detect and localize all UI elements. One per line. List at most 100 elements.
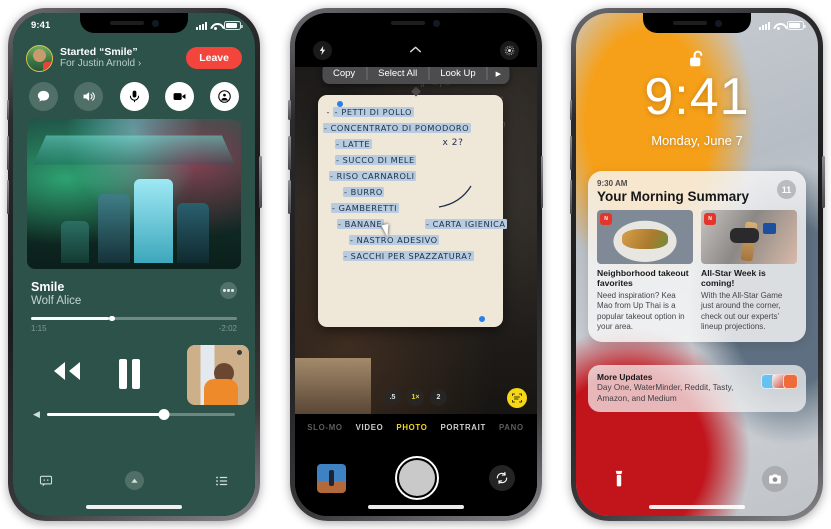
- camera-mode-photo[interactable]: PHOTO: [396, 423, 427, 432]
- zoom-level-selector: .5 1× 2: [295, 389, 537, 406]
- power-button[interactable]: [540, 156, 543, 208]
- silent-switch[interactable]: [569, 100, 572, 120]
- shareplay-icon[interactable]: [210, 82, 239, 111]
- note-arrow-curve: [438, 185, 472, 208]
- text-selection-popover: Copy Select All Look Up ▶: [321, 67, 510, 84]
- pause-button[interactable]: [119, 358, 140, 389]
- video-figure: [61, 221, 90, 263]
- summary-count-badge: 11: [777, 180, 796, 199]
- volume-slider-row[interactable]: ◀: [33, 408, 235, 420]
- lyrics-icon[interactable]: [39, 474, 53, 488]
- news-thumbnail-food: N: [597, 210, 693, 264]
- volume-up-button[interactable]: [569, 136, 572, 170]
- note-line: - BANANE - CARTA IGIENICA: [336, 219, 508, 229]
- queue-list-icon[interactable]: [215, 474, 229, 488]
- look-up-menu-item[interactable]: Look Up: [429, 67, 486, 84]
- flashlight-button[interactable]: [606, 466, 632, 492]
- note-line: - SUCCO DI MELE: [334, 155, 417, 165]
- zoom-button-2x[interactable]: 2: [430, 389, 447, 406]
- speaker-icon[interactable]: [74, 82, 104, 111]
- transport-controls: [13, 343, 255, 405]
- pip-wall-dot: [237, 349, 242, 355]
- note-line: - CONCENTRATO DI POMODORO: [322, 123, 471, 133]
- video-scene-roof: [32, 135, 236, 165]
- microphone-icon[interactable]: [119, 82, 149, 111]
- volume-knob[interactable]: [158, 408, 170, 420]
- selection-handle-start[interactable]: [336, 101, 343, 107]
- wifi-icon: [210, 22, 221, 30]
- video-figure: [134, 179, 173, 263]
- volume-down-button[interactable]: [6, 180, 9, 214]
- camera-mode-slomo[interactable]: SLO-MO: [307, 423, 342, 432]
- home-indicator[interactable]: [86, 505, 182, 509]
- silent-switch[interactable]: [6, 100, 9, 120]
- select-all-menu-item[interactable]: Select All: [367, 67, 428, 84]
- video-figure: [176, 203, 209, 263]
- last-photo-thumbnail[interactable]: [316, 463, 346, 493]
- live-text-icon[interactable]: [506, 388, 527, 408]
- volume-slider[interactable]: [46, 408, 235, 420]
- news-app-icon: N: [600, 213, 612, 225]
- camera-mode-video[interactable]: VIDEO: [356, 423, 384, 432]
- more-menu-arrow-icon[interactable]: ▶: [488, 67, 509, 84]
- home-indicator[interactable]: [649, 505, 745, 509]
- power-button[interactable]: [259, 156, 262, 208]
- camera-mode-portrait[interactable]: PORTRAIT: [441, 423, 486, 432]
- picture-in-picture-video[interactable]: [187, 344, 249, 405]
- video-figure: [97, 194, 130, 263]
- video-camera-icon[interactable]: [164, 82, 194, 111]
- volume-down-button[interactable]: [288, 180, 291, 214]
- playback-scrubber[interactable]: 1:15 -2:02: [31, 315, 237, 333]
- volume-up-button[interactable]: [288, 136, 291, 170]
- news-thumbnail-sports: N: [701, 210, 797, 264]
- lock-screen: 9:41 Monday, June 7 9:30 AM Your Morning…: [576, 13, 818, 516]
- shareplay-title: Started “Smile”: [60, 45, 138, 58]
- live-photo-icon[interactable]: [499, 40, 519, 60]
- handwritten-note-card[interactable]: - - PETTI DI POLLO - CONCENTRATO DI POMO…: [317, 95, 508, 327]
- silent-switch[interactable]: [288, 100, 291, 120]
- facetime-controls: [13, 75, 255, 119]
- flip-camera-button[interactable]: [488, 465, 515, 491]
- messages-bubble-icon[interactable]: [29, 82, 58, 111]
- camera-viewfinder[interactable]: ll ~ l ~ dal ny h ryo l Copy Select All …: [294, 67, 537, 414]
- shareplay-video-tile[interactable]: [27, 119, 241, 269]
- summary-item-headline: Neighborhood takeout favorites: [597, 268, 689, 289]
- chevron-up-icon[interactable]: [409, 44, 422, 56]
- note-line: - NASTRO ADESIVO: [348, 235, 440, 245]
- airplay-icon[interactable]: [124, 471, 144, 490]
- shareplay-header: Started “Smile” For Justin Arnold › Leav…: [23, 41, 245, 75]
- camera-button[interactable]: [762, 466, 788, 492]
- volume-low-icon: ◀: [33, 408, 40, 419]
- camera-mode-selector: SLO-MO VIDEO PHOTO PORTRAIT PANO: [294, 414, 537, 440]
- zoom-button-1x[interactable]: 1×: [407, 389, 424, 406]
- phone-2-camera: ll ~ l ~ dal ny h ryo l Copy Select All …: [288, 8, 543, 521]
- camera-mode-pano[interactable]: PANO: [499, 423, 524, 432]
- copy-menu-item[interactable]: Copy: [322, 67, 366, 84]
- pip-person-body: [204, 379, 238, 405]
- note-line: - - PETTI DI POLLO: [326, 107, 414, 117]
- more-updates-card[interactable]: More Updates Day One, WaterMinder, Reddi…: [588, 365, 806, 412]
- volume-down-button[interactable]: [569, 180, 572, 214]
- leave-button[interactable]: Leave: [186, 47, 242, 69]
- summary-item[interactable]: N Neighborhood takeout favorites Need in…: [597, 210, 693, 333]
- notification-summary-card[interactable]: 9:30 AM Your Morning Summary 11 N Neighb…: [588, 171, 806, 342]
- shareplay-screen: 9:41 Started “Smile” For Justin Arnold ›…: [13, 13, 255, 516]
- volume-fill: [46, 412, 164, 416]
- note-line: - LATTE x 2?: [334, 138, 464, 149]
- song-artist: Wolf Alice: [31, 295, 82, 307]
- summary-item[interactable]: N All-Star Week is coming! With the All-…: [701, 210, 797, 333]
- flash-icon[interactable]: [312, 40, 332, 60]
- volume-up-button[interactable]: [6, 136, 9, 170]
- zoom-button-half[interactable]: .5: [384, 389, 401, 406]
- rewind-button[interactable]: [47, 359, 85, 388]
- selection-handle-end[interactable]: [478, 316, 485, 322]
- elapsed-time: 1:15: [31, 323, 47, 333]
- shareplay-subtitle[interactable]: For Justin Arnold ›: [60, 58, 179, 70]
- front-camera: [714, 19, 722, 27]
- shutter-button[interactable]: [395, 456, 439, 500]
- scrubber-knob[interactable]: [109, 315, 115, 321]
- home-indicator[interactable]: [367, 505, 464, 509]
- earpiece-speaker: [109, 21, 144, 25]
- more-options-icon[interactable]: [220, 282, 237, 299]
- power-button[interactable]: [822, 156, 825, 208]
